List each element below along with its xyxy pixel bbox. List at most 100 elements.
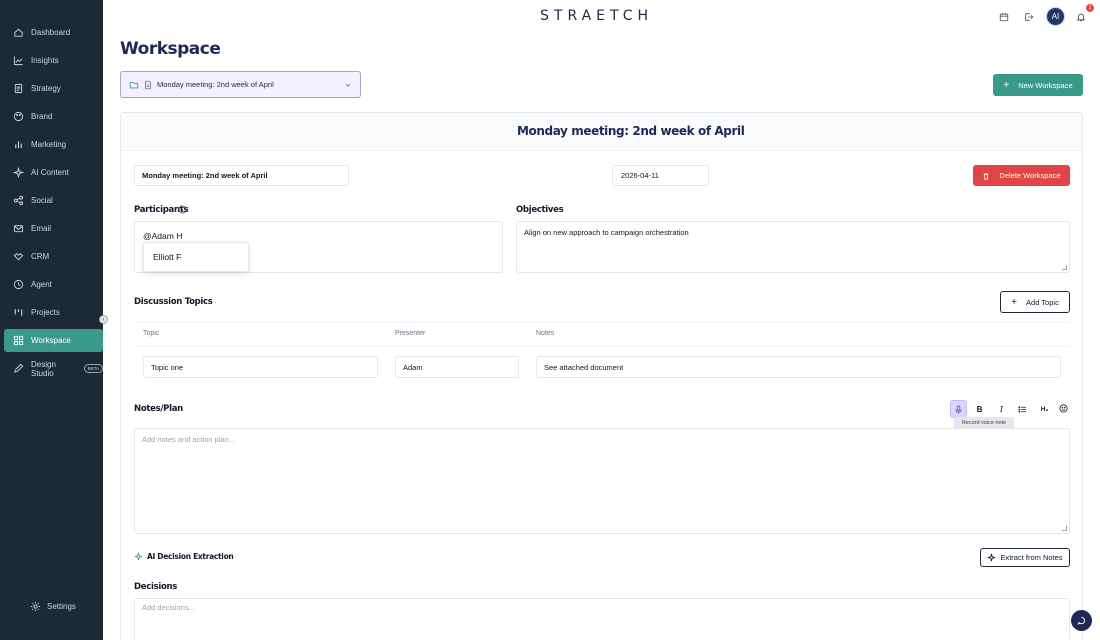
extract-from-notes-button[interactable]: Extract from Notes — [980, 548, 1070, 567]
list-button[interactable] — [1014, 400, 1031, 418]
sidebar-item-social[interactable]: Social — [4, 189, 103, 212]
notes-plan-label: Notes/Plan — [134, 404, 183, 414]
new-workspace-button[interactable]: + New Workspace — [993, 74, 1083, 96]
discussion-topics-label: Discussion Topics — [134, 297, 213, 307]
workspace-name-input[interactable]: Monday meeting: 2nd week of April — [134, 165, 349, 186]
logout-button[interactable] — [1023, 11, 1035, 23]
resize-handle[interactable] — [1062, 526, 1067, 531]
chevron-down-icon — [345, 83, 351, 87]
resize-handle[interactable] — [1062, 265, 1067, 270]
sidebar-item-insights[interactable]: Insights — [4, 49, 103, 72]
smiley-icon — [1059, 403, 1068, 413]
column-header-presenter: Presenter — [395, 330, 426, 337]
presenter-input[interactable]: Adam — [395, 356, 519, 378]
notifications-button[interactable] — [1075, 11, 1087, 23]
decisions-textarea[interactable]: Add decisions... — [134, 598, 1070, 640]
extract-label: Extract from Notes — [1000, 553, 1063, 562]
gear-icon — [30, 601, 41, 612]
chat-button[interactable] — [1071, 610, 1092, 631]
sidebar-item-brand[interactable]: Brand — [4, 105, 103, 128]
sidebar-item-workspace[interactable]: Workspace — [4, 329, 103, 352]
sidebar-item-label: CRM — [31, 252, 50, 261]
calendar-button[interactable] — [998, 11, 1010, 23]
calendar-icon — [999, 13, 1009, 22]
sidebar-item-label: Marketing — [31, 140, 67, 149]
add-topic-button[interactable]: + Add Topic — [1000, 291, 1070, 313]
column-header-notes: Notes — [536, 330, 555, 337]
kanban-icon — [13, 307, 24, 318]
sidebar-item-crm[interactable]: CRM — [4, 245, 103, 268]
sidebar-item-strategy[interactable]: Strategy — [4, 77, 103, 100]
sidebar-item-dashboard[interactable]: Dashboard — [4, 21, 103, 44]
objectives-value: Align on new approach to campaign orches… — [524, 228, 689, 237]
sidebar-item-ai-content[interactable]: AI Content — [4, 161, 103, 184]
document-icon — [13, 83, 24, 94]
chat-icon — [1077, 616, 1085, 625]
objectives-label: Objectives — [516, 205, 564, 215]
participant-suggestion[interactable]: Elliott F — [143, 242, 249, 272]
notes-textarea[interactable]: Add notes and action plan... — [134, 428, 1070, 534]
sidebar-item-label: Design Studio — [31, 359, 56, 378]
pen-icon — [13, 363, 24, 374]
sidebar-item-agent[interactable]: Agent — [4, 273, 103, 296]
home-icon — [13, 27, 24, 38]
objectives-textarea[interactable]: Align on new approach to campaign orches… — [516, 221, 1070, 273]
logout-icon — [1025, 13, 1034, 21]
ai-label-text: AI Decision Extraction — [147, 552, 234, 561]
emoji-button[interactable] — [1055, 399, 1072, 417]
handshake-icon — [13, 251, 24, 262]
settings-label: Settings — [47, 602, 76, 611]
beta-badge: BETA — [83, 364, 103, 373]
folder-icon — [129, 80, 139, 90]
sidebar-item-label: Email — [31, 224, 52, 233]
delete-workspace-button[interactable]: Delete Workspace — [973, 165, 1070, 186]
notes-placeholder: Add notes and action plan... — [142, 435, 235, 444]
heading-button[interactable]: H₂ — [1036, 400, 1053, 418]
italic-button[interactable]: I — [993, 400, 1010, 418]
workspace-select-value: Monday meeting: 2nd week of April — [157, 80, 274, 89]
sidebar-collapse-button[interactable]: ‹ — [99, 315, 108, 324]
chevron-left-icon: ‹ — [102, 316, 105, 323]
sidebar-item-design-studio[interactable]: Design Studio BETA — [4, 357, 103, 380]
info-icon[interactable] — [178, 205, 187, 214]
sidebar-item-projects[interactable]: Projects — [4, 301, 103, 324]
sparkle-icon — [987, 553, 996, 562]
sidebar-item-label: Social — [31, 196, 53, 205]
settings-link[interactable]: Settings — [30, 601, 76, 612]
bell-icon — [1076, 13, 1086, 22]
plus-icon: + — [1011, 296, 1018, 308]
workspace-select[interactable]: Monday meeting: 2nd week of April — [120, 71, 361, 98]
palette-icon — [13, 111, 24, 122]
new-workspace-label: New Workspace — [1018, 80, 1073, 90]
workspace-date-input[interactable]: 2026-04-11 — [612, 165, 709, 186]
trash-icon — [982, 172, 990, 180]
column-header-topic: Topic — [143, 330, 160, 337]
notes-cell-input[interactable]: See attached document — [536, 356, 1061, 378]
sidebar-item-label: Dashboard — [31, 28, 71, 37]
topic-input[interactable]: Topic one — [143, 356, 378, 378]
clock-icon — [13, 279, 24, 290]
app-logo: STRAETCH — [540, 8, 654, 24]
sidebar-item-label: Strategy — [31, 84, 61, 93]
microphone-icon — [955, 404, 962, 414]
plus-icon: + — [1003, 79, 1010, 91]
bar-chart-icon — [13, 139, 24, 150]
participant-mention: @Adam H — [143, 231, 183, 241]
table-divider — [134, 346, 1070, 347]
bold-button[interactable]: B — [971, 400, 988, 418]
trend-chart-icon — [13, 55, 24, 66]
sidebar-item-label: Agent — [31, 280, 52, 289]
record-voice-button[interactable] — [950, 400, 967, 418]
sidebar-item-email[interactable]: Email — [4, 217, 103, 240]
file-icon — [143, 80, 153, 90]
sidebar-item-marketing[interactable]: Marketing — [4, 133, 103, 156]
page-title: Workspace — [120, 39, 221, 59]
sidebar: Dashboard Insights Strategy Brand Market… — [0, 0, 103, 640]
avatar[interactable]: AI — [1046, 7, 1065, 26]
sparkle-icon — [13, 167, 24, 178]
mail-icon — [13, 223, 24, 234]
list-icon — [1018, 405, 1027, 413]
sidebar-item-label: Brand — [31, 112, 53, 121]
notification-badge: 1 — [1086, 4, 1094, 12]
sidebar-item-label: AI Content — [31, 168, 69, 177]
